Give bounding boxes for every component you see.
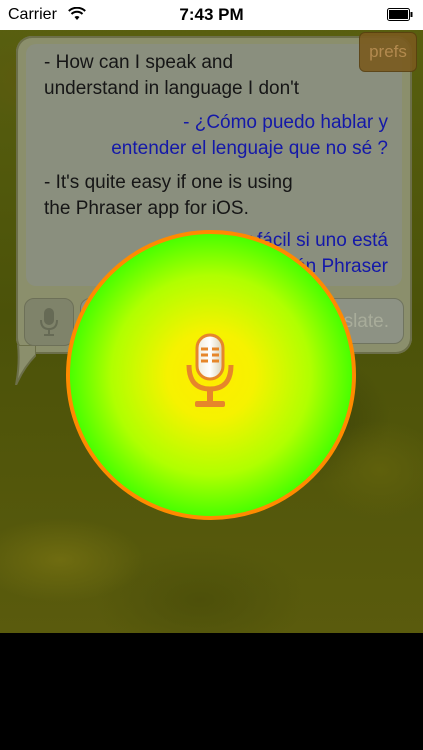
dictation-button[interactable] [24,298,74,346]
bubble-tail [15,345,36,385]
microphone-icon [186,333,234,407]
microphone-icon [40,308,58,336]
source-line: - How can I speak and [44,52,234,73]
prefs-button[interactable]: prefs [359,32,417,72]
source-line: - It's quite easy if one is using [44,172,293,193]
status-bar: Carrier 7:43 PM [0,0,423,30]
battery-icon [387,8,413,21]
translation-line: - ¿Cómo puedo hablar y [183,112,388,133]
status-time: 7:43 PM [179,5,244,24]
source-line: understand in language I don't [44,78,300,99]
translation-line: entender el lenguaje que no sé ? [111,138,388,159]
source-line: the Phraser app for iOS. [44,198,249,219]
